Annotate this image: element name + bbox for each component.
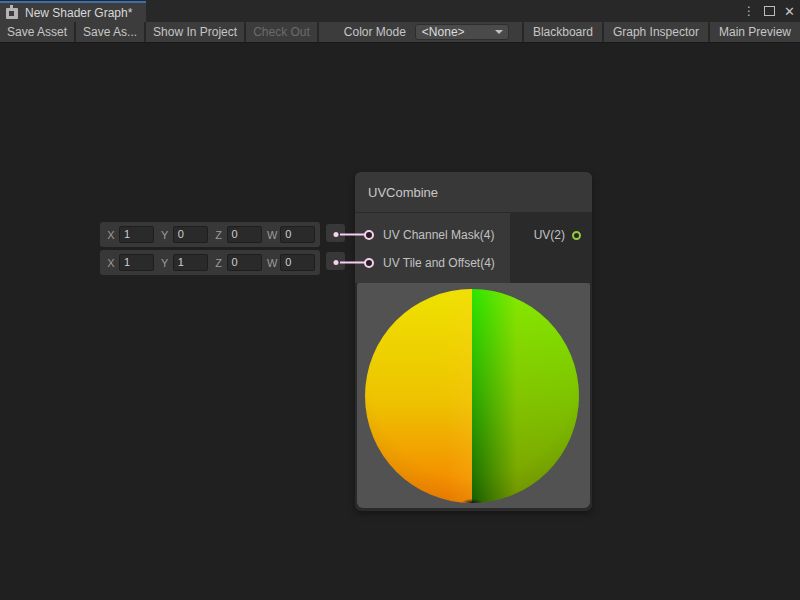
port-connector-box-1[interactable] — [326, 224, 345, 242]
input-port-row-1: UV Channel Mask(4) — [355, 221, 510, 249]
field-label: W — [266, 257, 278, 269]
vector-x-input[interactable]: 1 — [119, 254, 154, 271]
field-label: Z — [213, 257, 225, 269]
vector-x-input[interactable]: 1 — [119, 226, 154, 243]
node-output-section: UV(2) — [510, 213, 592, 283]
vector-z-input[interactable]: 0 — [227, 254, 262, 271]
input-port-label: UV Tile and Offset(4) — [383, 256, 495, 270]
maximize-icon[interactable] — [764, 6, 775, 16]
field-label: X — [105, 257, 117, 269]
field-label: Z — [213, 229, 225, 241]
save-asset-button[interactable]: Save Asset — [0, 22, 76, 42]
input-port-row-2: UV Tile and Offset(4) — [355, 249, 510, 277]
vector-w-input[interactable]: 0 — [280, 254, 315, 271]
input-port-icon[interactable] — [364, 230, 374, 240]
output-port-row: UV(2) — [534, 221, 592, 249]
show-in-project-button[interactable]: Show In Project — [146, 22, 246, 42]
field-label: Y — [159, 257, 171, 269]
kebab-menu-icon[interactable]: ⋮ — [741, 5, 757, 17]
toolbar: Save Asset Save As... Show In Project Ch… — [0, 22, 800, 43]
main-preview-button[interactable]: Main Preview — [708, 22, 800, 42]
input-port-label: UV Channel Mask(4) — [383, 228, 494, 242]
input-port-icon[interactable] — [364, 258, 374, 268]
tab-strip: New Shader Graph* ⋮ ✕ — [0, 0, 800, 22]
check-out-button: Check Out — [246, 22, 319, 42]
window-controls: ⋮ ✕ — [741, 0, 797, 22]
output-port-icon[interactable] — [572, 231, 581, 240]
vector-y-input[interactable]: 1 — [173, 254, 208, 271]
vector-y-input[interactable]: 0 — [173, 226, 208, 243]
field-label: Y — [159, 229, 171, 241]
shader-graph-asset-icon — [6, 8, 18, 19]
port-connector-box-2[interactable] — [326, 252, 345, 270]
vector4-widget-row1: X1 Y0 Z0 W0 — [100, 222, 320, 247]
graph-inspector-button[interactable]: Graph Inspector — [602, 22, 708, 42]
field-label: W — [266, 229, 278, 241]
color-mode-dropdown[interactable]: <None> — [415, 24, 509, 40]
output-port-label: UV(2) — [534, 228, 565, 242]
graph-canvas[interactable]: X1 Y0 Z0 W0 X1 Y1 Z0 W0 UVCombine UV Cha… — [0, 43, 800, 600]
sphere-right-half — [472, 289, 579, 503]
node-preview — [357, 283, 590, 508]
chevron-down-icon — [495, 30, 503, 34]
tab-new-shader-graph[interactable]: New Shader Graph* — [0, 0, 146, 22]
tab-title: New Shader Graph* — [25, 6, 132, 20]
node-uvcombine[interactable]: UVCombine UV Channel Mask(4) UV Tile and… — [355, 172, 592, 511]
node-input-section: UV Channel Mask(4) UV Tile and Offset(4) — [355, 213, 510, 283]
save-as-button[interactable]: Save As... — [76, 22, 146, 42]
vector4-widget-row2: X1 Y1 Z0 W0 — [100, 250, 320, 275]
color-mode-value: <None> — [422, 25, 465, 39]
field-label: X — [105, 229, 117, 241]
blackboard-button[interactable]: Blackboard — [522, 22, 602, 42]
sphere-left-half — [365, 289, 472, 503]
preview-sphere — [365, 289, 579, 503]
color-mode-label: Color Mode — [344, 22, 415, 42]
close-icon[interactable]: ✕ — [782, 5, 797, 18]
vector-w-input[interactable]: 0 — [280, 226, 315, 243]
node-title[interactable]: UVCombine — [355, 172, 592, 213]
vector-z-input[interactable]: 0 — [227, 226, 262, 243]
